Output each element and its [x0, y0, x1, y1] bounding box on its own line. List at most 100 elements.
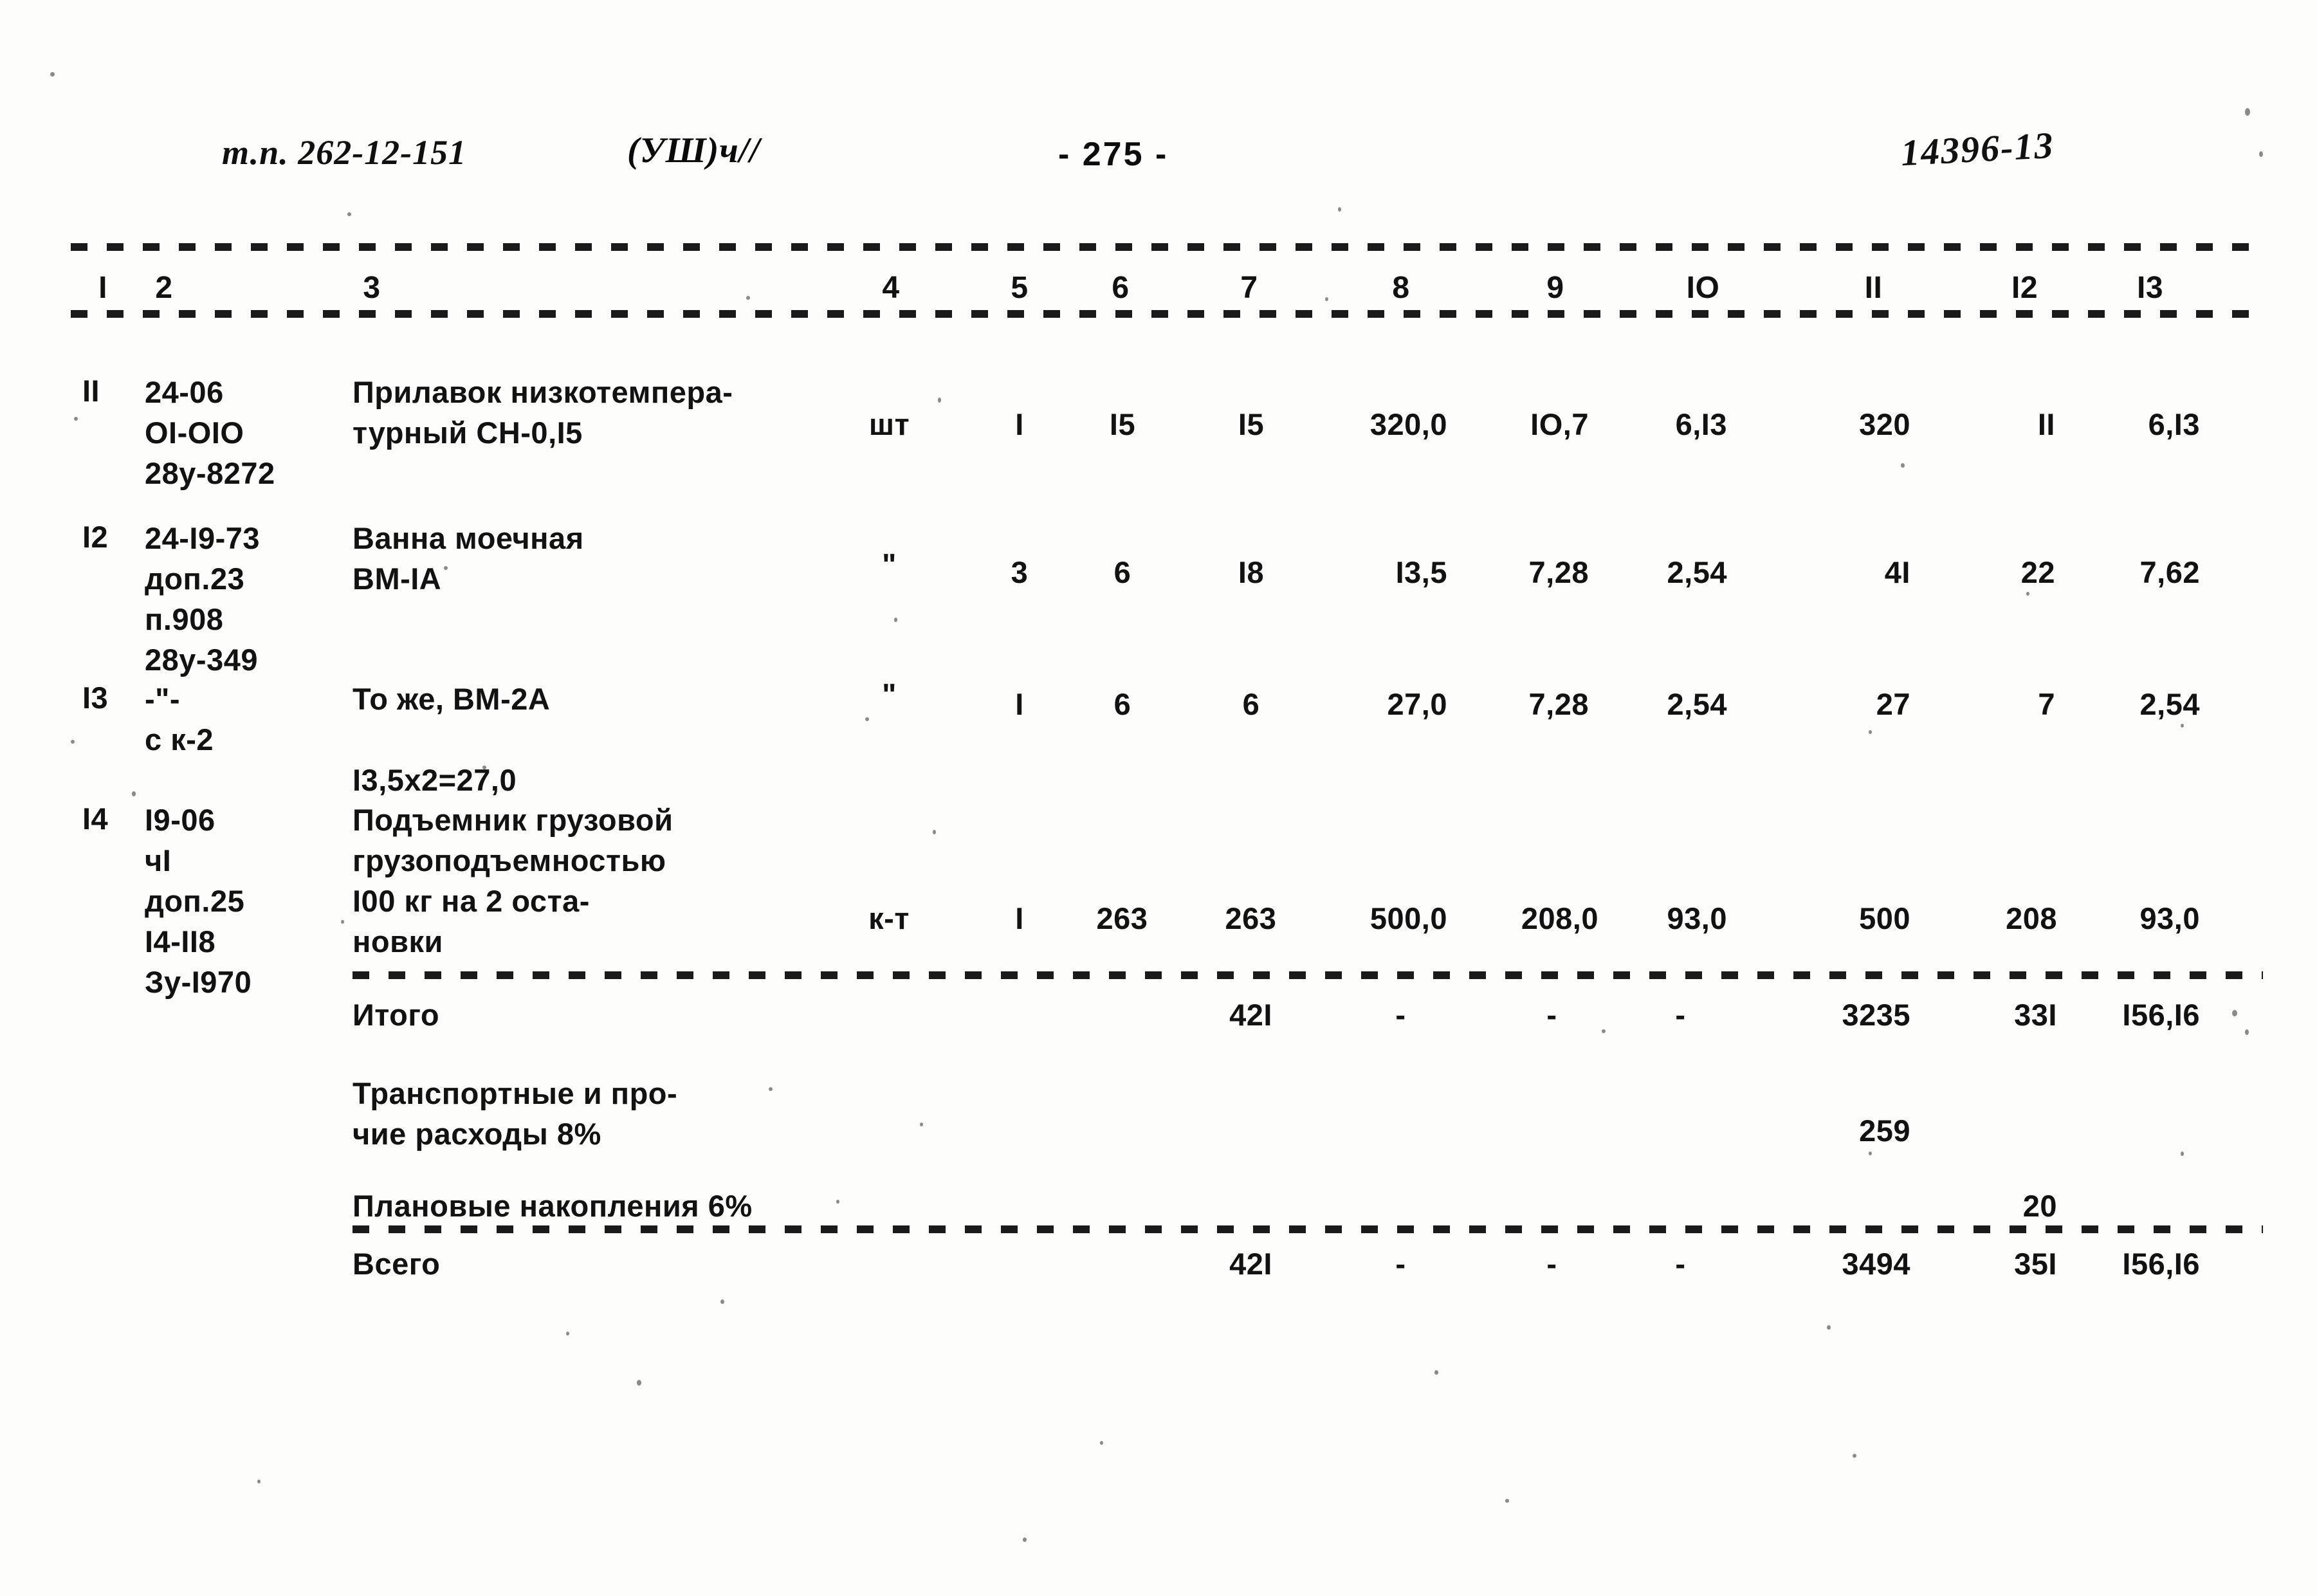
summary-c13: I56,I6	[2122, 1247, 2200, 1281]
table-row-unit: "	[882, 677, 897, 711]
table-row-c5: I	[1015, 687, 1024, 721]
scan-speck	[50, 72, 55, 77]
table-row-c12: 208	[2006, 901, 2057, 935]
scan-speck	[2259, 151, 2263, 157]
scan-speck	[2245, 108, 2250, 116]
table-row-c8: 27,0	[1387, 687, 1447, 721]
scan-speck	[341, 920, 344, 924]
scan-speck	[444, 566, 448, 570]
scan-speck	[1901, 463, 1905, 468]
table-row-c6: 6	[1113, 687, 1131, 721]
column-header-4: 4	[882, 271, 900, 305]
scan-speck	[836, 1200, 839, 1204]
scan-speck	[1827, 1325, 1831, 1330]
rule-above-grand-total	[353, 1225, 2263, 1233]
column-header-6: 6	[1112, 271, 1130, 305]
scan-speck	[1338, 207, 1341, 212]
summary-c7: 42I	[1229, 1247, 1272, 1281]
table-row-c11: 4I	[1884, 555, 1910, 589]
rule-top	[71, 243, 2261, 251]
table-row-c7: I5	[1238, 407, 1265, 441]
summary-c12: 33I	[2014, 998, 2057, 1032]
table-row-c13: 2,54	[2139, 687, 2200, 721]
table-row-c13: 7,62	[2139, 555, 2200, 589]
scan-speck	[1602, 1029, 1606, 1033]
scan-speck	[2181, 1151, 2184, 1156]
scan-speck	[347, 212, 351, 216]
rule-under-column-headers	[71, 310, 2261, 318]
scan-speck	[2026, 592, 2029, 596]
column-header-3: 3	[363, 271, 381, 305]
table-row-c10: 6,I3	[1675, 407, 1727, 441]
scan-speck	[1853, 1454, 1856, 1458]
table-row-c5: 3	[1011, 555, 1029, 589]
table-row-c8: I3,5	[1395, 555, 1447, 589]
table-row-code: 24-06 OI-OIO 28у-8272	[145, 375, 275, 490]
table-row-code: I9-06 чI доп.25 I4-II8 Зу-I970	[145, 803, 252, 999]
scan-speck	[746, 296, 750, 300]
table-row-c5: I	[1015, 407, 1024, 441]
rule-above-total	[353, 971, 2263, 979]
summary-c8: -	[1395, 1247, 1406, 1281]
scan-speck	[71, 740, 75, 744]
column-header-10: IO	[1686, 271, 1720, 305]
table-row-c10: 93,0	[1667, 901, 1727, 935]
table-row-c12: 22	[2020, 555, 2055, 589]
table-row-unit: шт	[868, 407, 910, 441]
scan-speck	[637, 1380, 641, 1386]
summary-c10: -	[1675, 998, 1686, 1032]
scan-speck	[1869, 1151, 1872, 1155]
scan-speck	[2245, 1029, 2249, 1035]
summary-c7: 42I	[1229, 998, 1272, 1032]
column-header-1: I	[98, 271, 107, 305]
document-code: т.п. 262-12-151	[222, 133, 467, 172]
scan-speck	[769, 1087, 773, 1091]
scan-speck	[933, 830, 936, 834]
document-part: (УШ)ч//	[627, 131, 760, 170]
scan-speck	[1434, 1370, 1438, 1375]
table-row-c10: 2,54	[1667, 555, 1727, 589]
column-header-5: 5	[1011, 271, 1029, 305]
scan-speck	[132, 791, 136, 796]
column-header-12: I2	[2011, 271, 2038, 305]
scan-speck	[74, 417, 78, 421]
scan-speck	[720, 1299, 724, 1304]
scan-speck	[566, 1332, 569, 1335]
table-row-c11: 320	[1859, 407, 1910, 441]
table-row-code: 24-I9-73 доп.23 п.908 28у-349	[145, 521, 261, 677]
summary-label: Транспортные и про- чие расходы 8%	[353, 1076, 678, 1151]
scan-speck	[1325, 297, 1328, 301]
table-row-c6: I5	[1109, 407, 1136, 441]
table-row-c11: 500	[1859, 901, 1910, 935]
scan-speck	[938, 398, 941, 403]
table-row-c12: II	[2037, 407, 2055, 441]
scan-speck	[2232, 1010, 2237, 1016]
table-row-name: То же, ВМ-2А I3,5х2=27,0	[353, 682, 551, 797]
scan-speck	[482, 766, 486, 769]
table-row-number: II	[82, 374, 100, 408]
scan-speck	[894, 618, 897, 622]
summary-c10: -	[1675, 1247, 1686, 1281]
table-row-c6: 263	[1096, 901, 1148, 935]
table-row-number: I2	[82, 520, 109, 554]
summary-c9: -	[1546, 998, 1557, 1032]
column-header-8: 8	[1392, 271, 1410, 305]
summary-c11: 259	[1859, 1114, 1910, 1148]
scan-speck	[1869, 730, 1872, 734]
table-row-c9: IO,7	[1530, 407, 1589, 441]
table-row-c10: 2,54	[1667, 687, 1727, 721]
summary-label: Всего	[353, 1247, 441, 1281]
table-row-c13: 93,0	[2139, 901, 2200, 935]
scan-speck	[257, 1480, 261, 1483]
table-row-name: Подъемник грузовой грузоподъемностью I00…	[353, 803, 673, 959]
summary-c13: I56,I6	[2122, 998, 2200, 1032]
table-row-c7: 6	[1242, 687, 1260, 721]
summary-label: Плановые накопления 6%	[353, 1189, 753, 1223]
table-row-unit: "	[882, 547, 897, 582]
archive-stamp: 14396-13	[1900, 124, 2055, 174]
table-row-c9: 7,28	[1528, 555, 1589, 589]
scan-speck	[1023, 1537, 1027, 1542]
column-header-11: II	[1864, 271, 1883, 305]
page-header: т.п. 262-12-151 (УШ)ч// - 275 - 14396-13	[0, 124, 2317, 198]
summary-c11: 3235	[1842, 998, 1910, 1032]
